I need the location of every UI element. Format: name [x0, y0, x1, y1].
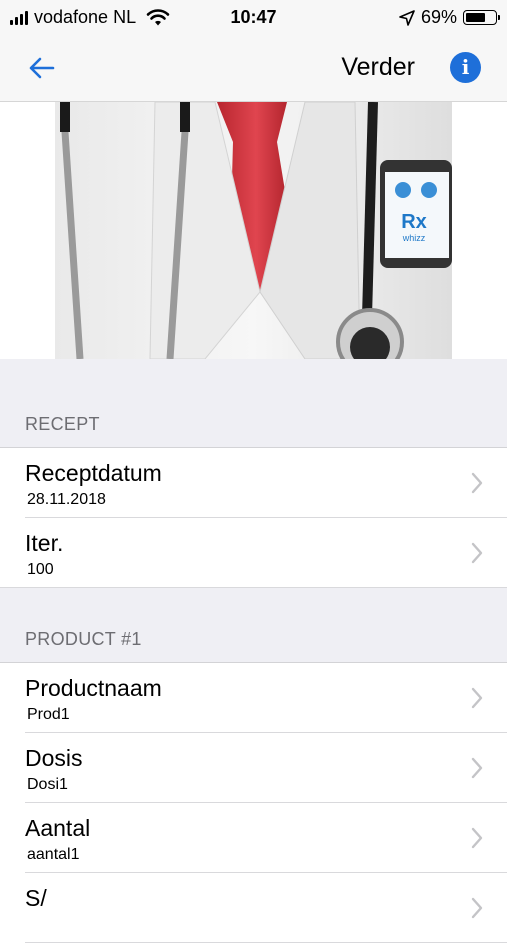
chevron-right-icon: [471, 687, 483, 709]
location-arrow-icon: [399, 9, 415, 26]
row-value: Dosi1: [27, 776, 68, 793]
list-row-dosis[interactable]: Dosis Dosi1: [0, 733, 507, 803]
row-title: S/: [25, 885, 47, 911]
battery-icon: [463, 10, 500, 25]
back-button[interactable]: [26, 50, 66, 86]
hero-banner: Rx whizz: [0, 102, 507, 359]
battery-percent: 69%: [420, 7, 457, 27]
row-title: Productnaam: [25, 675, 162, 701]
list-row-receptdatum[interactable]: Receptdatum 28.11.2018: [0, 448, 507, 518]
list-row-iter[interactable]: Iter. 100: [0, 518, 507, 588]
list-row-s[interactable]: S/: [0, 873, 507, 943]
section-header-product: PRODUCT #1: [0, 588, 507, 663]
section-title: RECEPT: [25, 414, 100, 434]
battery-fill: [466, 13, 485, 22]
hero-brand-sub: whizz: [402, 233, 426, 243]
chevron-right-icon: [471, 542, 483, 564]
row-title: Receptdatum: [25, 460, 162, 486]
hero-brand-text: Rx: [401, 211, 427, 233]
row-value: Prod1: [27, 706, 70, 723]
chevron-right-icon: [471, 827, 483, 849]
status-right: 69%: [399, 7, 500, 28]
status-bar: vodafone NL 10:47 69%: [0, 0, 507, 36]
row-title: Iter.: [25, 530, 64, 556]
section-title: PRODUCT #1: [25, 629, 142, 649]
row-value: 28.11.2018: [27, 491, 106, 508]
chevron-right-icon: [471, 897, 483, 919]
hero-doctor-coat-image: Rx whizz: [55, 102, 452, 359]
navigation-bar: Verder i: [0, 36, 507, 102]
chevron-right-icon: [471, 472, 483, 494]
arrow-left-icon: [29, 57, 55, 79]
row-value: aantal1: [27, 846, 80, 863]
list-row-productnaam[interactable]: Productnaam Prod1: [0, 663, 507, 733]
row-title: Dosis: [25, 745, 83, 771]
row-title: Aantal: [25, 815, 91, 841]
list-row-aantal[interactable]: Aantal aantal1: [0, 803, 507, 873]
info-button[interactable]: i: [450, 52, 481, 83]
row-value: 100: [27, 561, 54, 578]
nav-title[interactable]: Verder: [341, 53, 415, 82]
info-icon: i: [461, 55, 470, 79]
section-header-recept: RECEPT: [0, 359, 507, 448]
chevron-right-icon: [471, 757, 483, 779]
